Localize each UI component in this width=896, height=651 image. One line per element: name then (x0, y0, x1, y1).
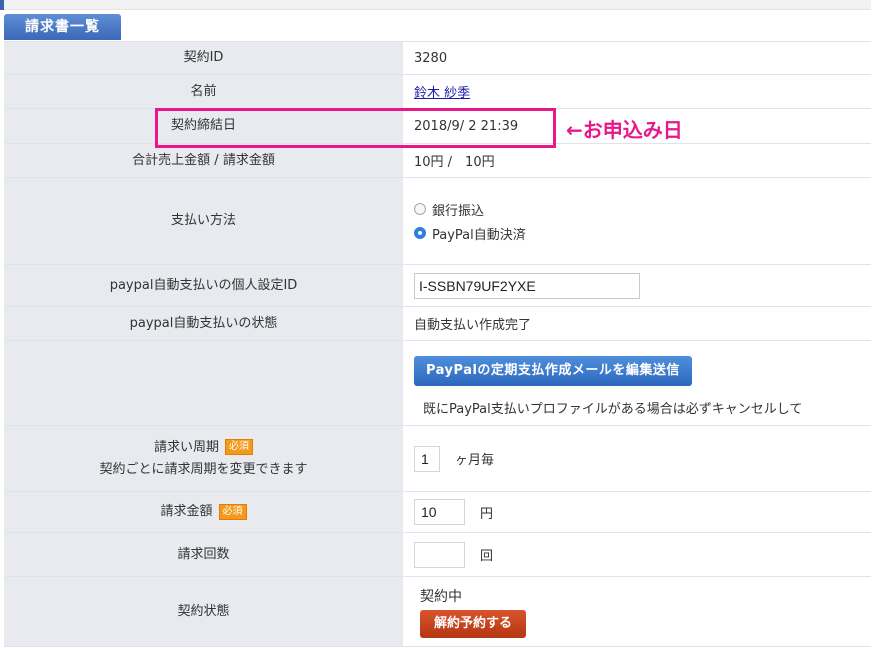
billing-amount-input[interactable]: 10 (414, 499, 465, 525)
row-name: 名前 鈴木 紗季 (4, 75, 871, 109)
row-paypal-status: paypal自動支払いの状態 自動支払い作成完了 (4, 307, 871, 341)
row-contract-state: 契約状態 契約中 解約予約する (4, 577, 871, 647)
row-billing-amount: 請求金額 必須 10 円 (4, 492, 871, 533)
contract-date-label: 契約締結日 (4, 109, 403, 143)
billing-amount-unit: 円 (480, 506, 494, 522)
amount-label: 合計売上金額 / 請求金額 (4, 144, 403, 177)
paypal-status-value: 自動支払い作成完了 (403, 307, 871, 340)
paypal-mail-cell: PayPalの定期支払作成メールを編集送信 既にPayPal支払いプロファイルが… (403, 341, 871, 425)
payment-method-label: 支払い方法 (4, 178, 403, 264)
billing-amount-label-cell: 請求金額 必須 (4, 492, 403, 532)
paypal-mail-label-cell (4, 341, 403, 425)
contract-id-label: 契約ID (4, 42, 403, 74)
billing-cycle-unit: ヶ月毎 (455, 453, 495, 468)
required-badge: 必須 (218, 503, 247, 520)
billing-cycle-input[interactable]: 1 (414, 445, 440, 472)
paypal-cancel-note: 既にPayPal支払いプロファイルがある場合は必ずキャンセルして (423, 401, 803, 417)
billing-amount-cell: 10 円 (403, 492, 871, 532)
paypal-profile-id-label: paypal自動支払いの個人設定ID (4, 265, 403, 306)
paypal-radio[interactable] (414, 227, 426, 239)
payment-option-paypal[interactable]: PayPal自動決済 (414, 221, 526, 245)
top-bar-accent (0, 0, 4, 10)
bank-transfer-label: 銀行振込 (432, 203, 485, 219)
billing-count-input[interactable] (414, 541, 465, 568)
required-badge: 必須 (225, 439, 253, 455)
billing-count-unit: 回 (480, 549, 494, 564)
row-paypal-mail: PayPalの定期支払作成メールを編集送信 既にPayPal支払いプロファイルが… (4, 341, 871, 426)
row-amount: 合計売上金額 / 請求金額 10円 / 10円 (4, 144, 871, 178)
billing-cycle-label-cell: 請求い周期 必須 契約ごとに請求周期を変更できます (4, 426, 403, 491)
billing-amount-label: 請求金額 (160, 504, 213, 519)
amount-value: 10円 / 10円 (403, 144, 871, 177)
row-billing-count: 請求回数 回 (4, 533, 871, 577)
billing-cycle-label: 請求い周期 (153, 439, 219, 455)
billing-cycle-cell: 1 ヶ月毎 (403, 426, 871, 491)
row-contract-id: 契約ID 3280 (4, 42, 871, 75)
contract-state-cell: 契約中 解約予約する (403, 577, 871, 646)
paypal-status-label: paypal自動支払いの状態 (4, 307, 403, 340)
paypal-auto-label: PayPal自動決済 (432, 227, 526, 243)
payment-option-bank[interactable]: 銀行振込 (414, 197, 484, 221)
section-title-tab[interactable]: 請求書一覧 (4, 14, 121, 40)
customer-name-link[interactable]: 鈴木 紗季 (414, 82, 470, 101)
row-contract-date: 契約締結日 2018/9/ 2 21:39 (4, 109, 871, 144)
contract-state-value: 契約中 (420, 588, 462, 605)
name-label: 名前 (4, 75, 403, 108)
row-payment-method: 支払い方法 銀行振込 PayPal自動決済 (4, 178, 871, 265)
row-paypal-profile-id: paypal自動支払いの個人設定ID I-SSBN79UF2YXE (4, 265, 871, 307)
paypal-profile-id-input[interactable]: I-SSBN79UF2YXE (414, 272, 640, 299)
top-bar (0, 0, 871, 10)
contract-state-label: 契約状態 (4, 577, 403, 646)
contract-id-value: 3280 (403, 42, 871, 74)
billing-count-label: 請求回数 (4, 533, 403, 576)
billing-count-cell: 回 (403, 533, 871, 576)
application-date-annotation: ←お申込み日 (566, 118, 683, 142)
contract-form: 契約ID 3280 名前 鈴木 紗季 契約締結日 2018/9/ 2 21:39… (4, 41, 871, 647)
row-billing-cycle: 請求い周期 必須 契約ごとに請求周期を変更できます 1 ヶ月毎 (4, 426, 871, 492)
bank-transfer-radio[interactable] (414, 203, 426, 215)
paypal-mail-send-button[interactable]: PayPalの定期支払作成メールを編集送信 (414, 355, 692, 386)
cancel-reservation-button[interactable]: 解約予約する (420, 609, 527, 638)
payment-method-options: 銀行振込 PayPal自動決済 (403, 178, 871, 264)
billing-cycle-sublabel: 契約ごとに請求周期を変更できます (99, 461, 308, 477)
